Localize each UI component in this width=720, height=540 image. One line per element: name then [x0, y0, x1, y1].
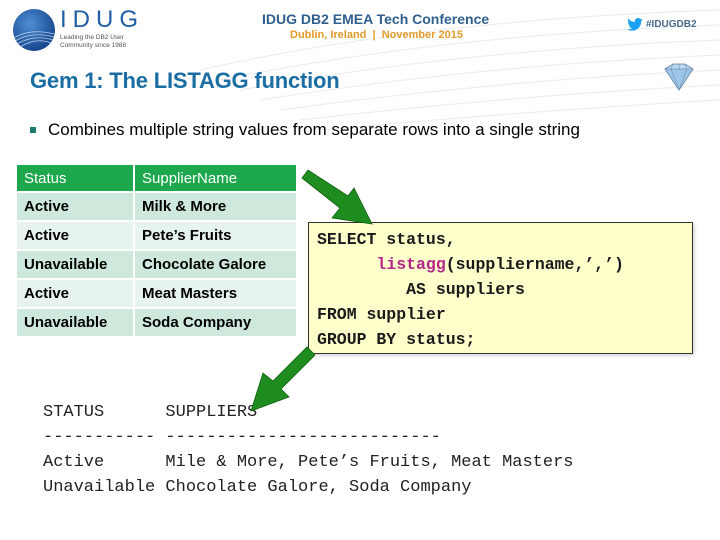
arrow-sql-to-result-icon	[250, 346, 315, 412]
cell-status: Active	[17, 193, 135, 222]
arrow-table-to-sql-icon	[301, 169, 373, 225]
sql-line: listagg(suppliername,’,’)	[317, 252, 692, 277]
cell-status: Active	[17, 280, 135, 309]
cell-status: Active	[17, 222, 135, 251]
supplier-table: Status SupplierName Active Milk & More A…	[17, 165, 298, 338]
result-row: Active Mile & More, Pete’s Fruits, Meat …	[43, 453, 574, 472]
sql-code-box: SELECT status, listagg(suppliername,’,’)…	[308, 222, 693, 354]
conference-subtitle: Dublin, Ireland | November 2015	[290, 29, 464, 41]
cell-suppliername: Milk & More	[135, 193, 298, 222]
bullet-marker-icon	[30, 127, 36, 133]
logo-tagline-line-1: Leading the DB2 User	[60, 34, 124, 41]
sql-line: GROUP BY status;	[317, 330, 476, 349]
twitter-hashtag-text: #IDUGDB2	[646, 19, 697, 30]
result-separator: ----------- ---------------------------	[43, 428, 441, 447]
bullet-point: Combines multiple string values from sep…	[30, 120, 580, 140]
conference-title: IDUG DB2 EMEA Tech Conference	[262, 11, 490, 27]
idug-globe-logo-icon	[13, 9, 55, 51]
sql-function-args: (suppliername,’,’)	[445, 255, 624, 274]
cell-suppliername: Pete’s Fruits	[135, 222, 298, 251]
bullet-text: Combines multiple string values from sep…	[48, 120, 580, 139]
sql-indent	[317, 255, 376, 274]
logo-tagline-line-2: Community since 1988	[60, 42, 127, 49]
table-row: Active Pete’s Fruits	[17, 222, 298, 251]
sql-function-name: listagg	[376, 255, 446, 274]
sql-line: SELECT status,	[317, 230, 456, 249]
table-header-row: Status SupplierName	[17, 165, 298, 193]
result-row: Unavailable Chocolate Galore, Soda Compa…	[43, 478, 472, 497]
slide-title: Gem 1: The LISTAGG function	[30, 68, 340, 93]
diamond-gem-icon	[664, 63, 694, 91]
column-header-suppliername: SupplierName	[135, 165, 298, 193]
logo-tagline: Leading the DB2 User Community since 198…	[60, 34, 126, 50]
table-row: Active Milk & More	[17, 193, 298, 222]
table-row: Unavailable Soda Company	[17, 309, 298, 338]
cell-status: Unavailable	[17, 309, 135, 338]
cell-suppliername: Meat Masters	[135, 280, 298, 309]
logo-text: IDUG	[60, 6, 144, 33]
twitter-bird-icon	[627, 18, 643, 31]
header-banner: IDUG Leading the DB2 User Community sinc…	[0, 0, 720, 55]
column-header-status: Status	[17, 165, 135, 193]
cell-suppliername: Soda Company	[135, 309, 298, 338]
cell-suppliername: Chocolate Galore	[135, 251, 298, 280]
twitter-hashtag: #IDUGDB2	[627, 18, 697, 31]
cell-status: Unavailable	[17, 251, 135, 280]
table-row: Unavailable Chocolate Galore	[17, 251, 298, 280]
sql-line: FROM supplier	[317, 305, 446, 324]
query-result: STATUS SUPPLIERS ----------- -----------…	[43, 400, 574, 500]
table-row: Active Meat Masters	[17, 280, 298, 309]
sql-line: AS suppliers	[317, 280, 525, 299]
